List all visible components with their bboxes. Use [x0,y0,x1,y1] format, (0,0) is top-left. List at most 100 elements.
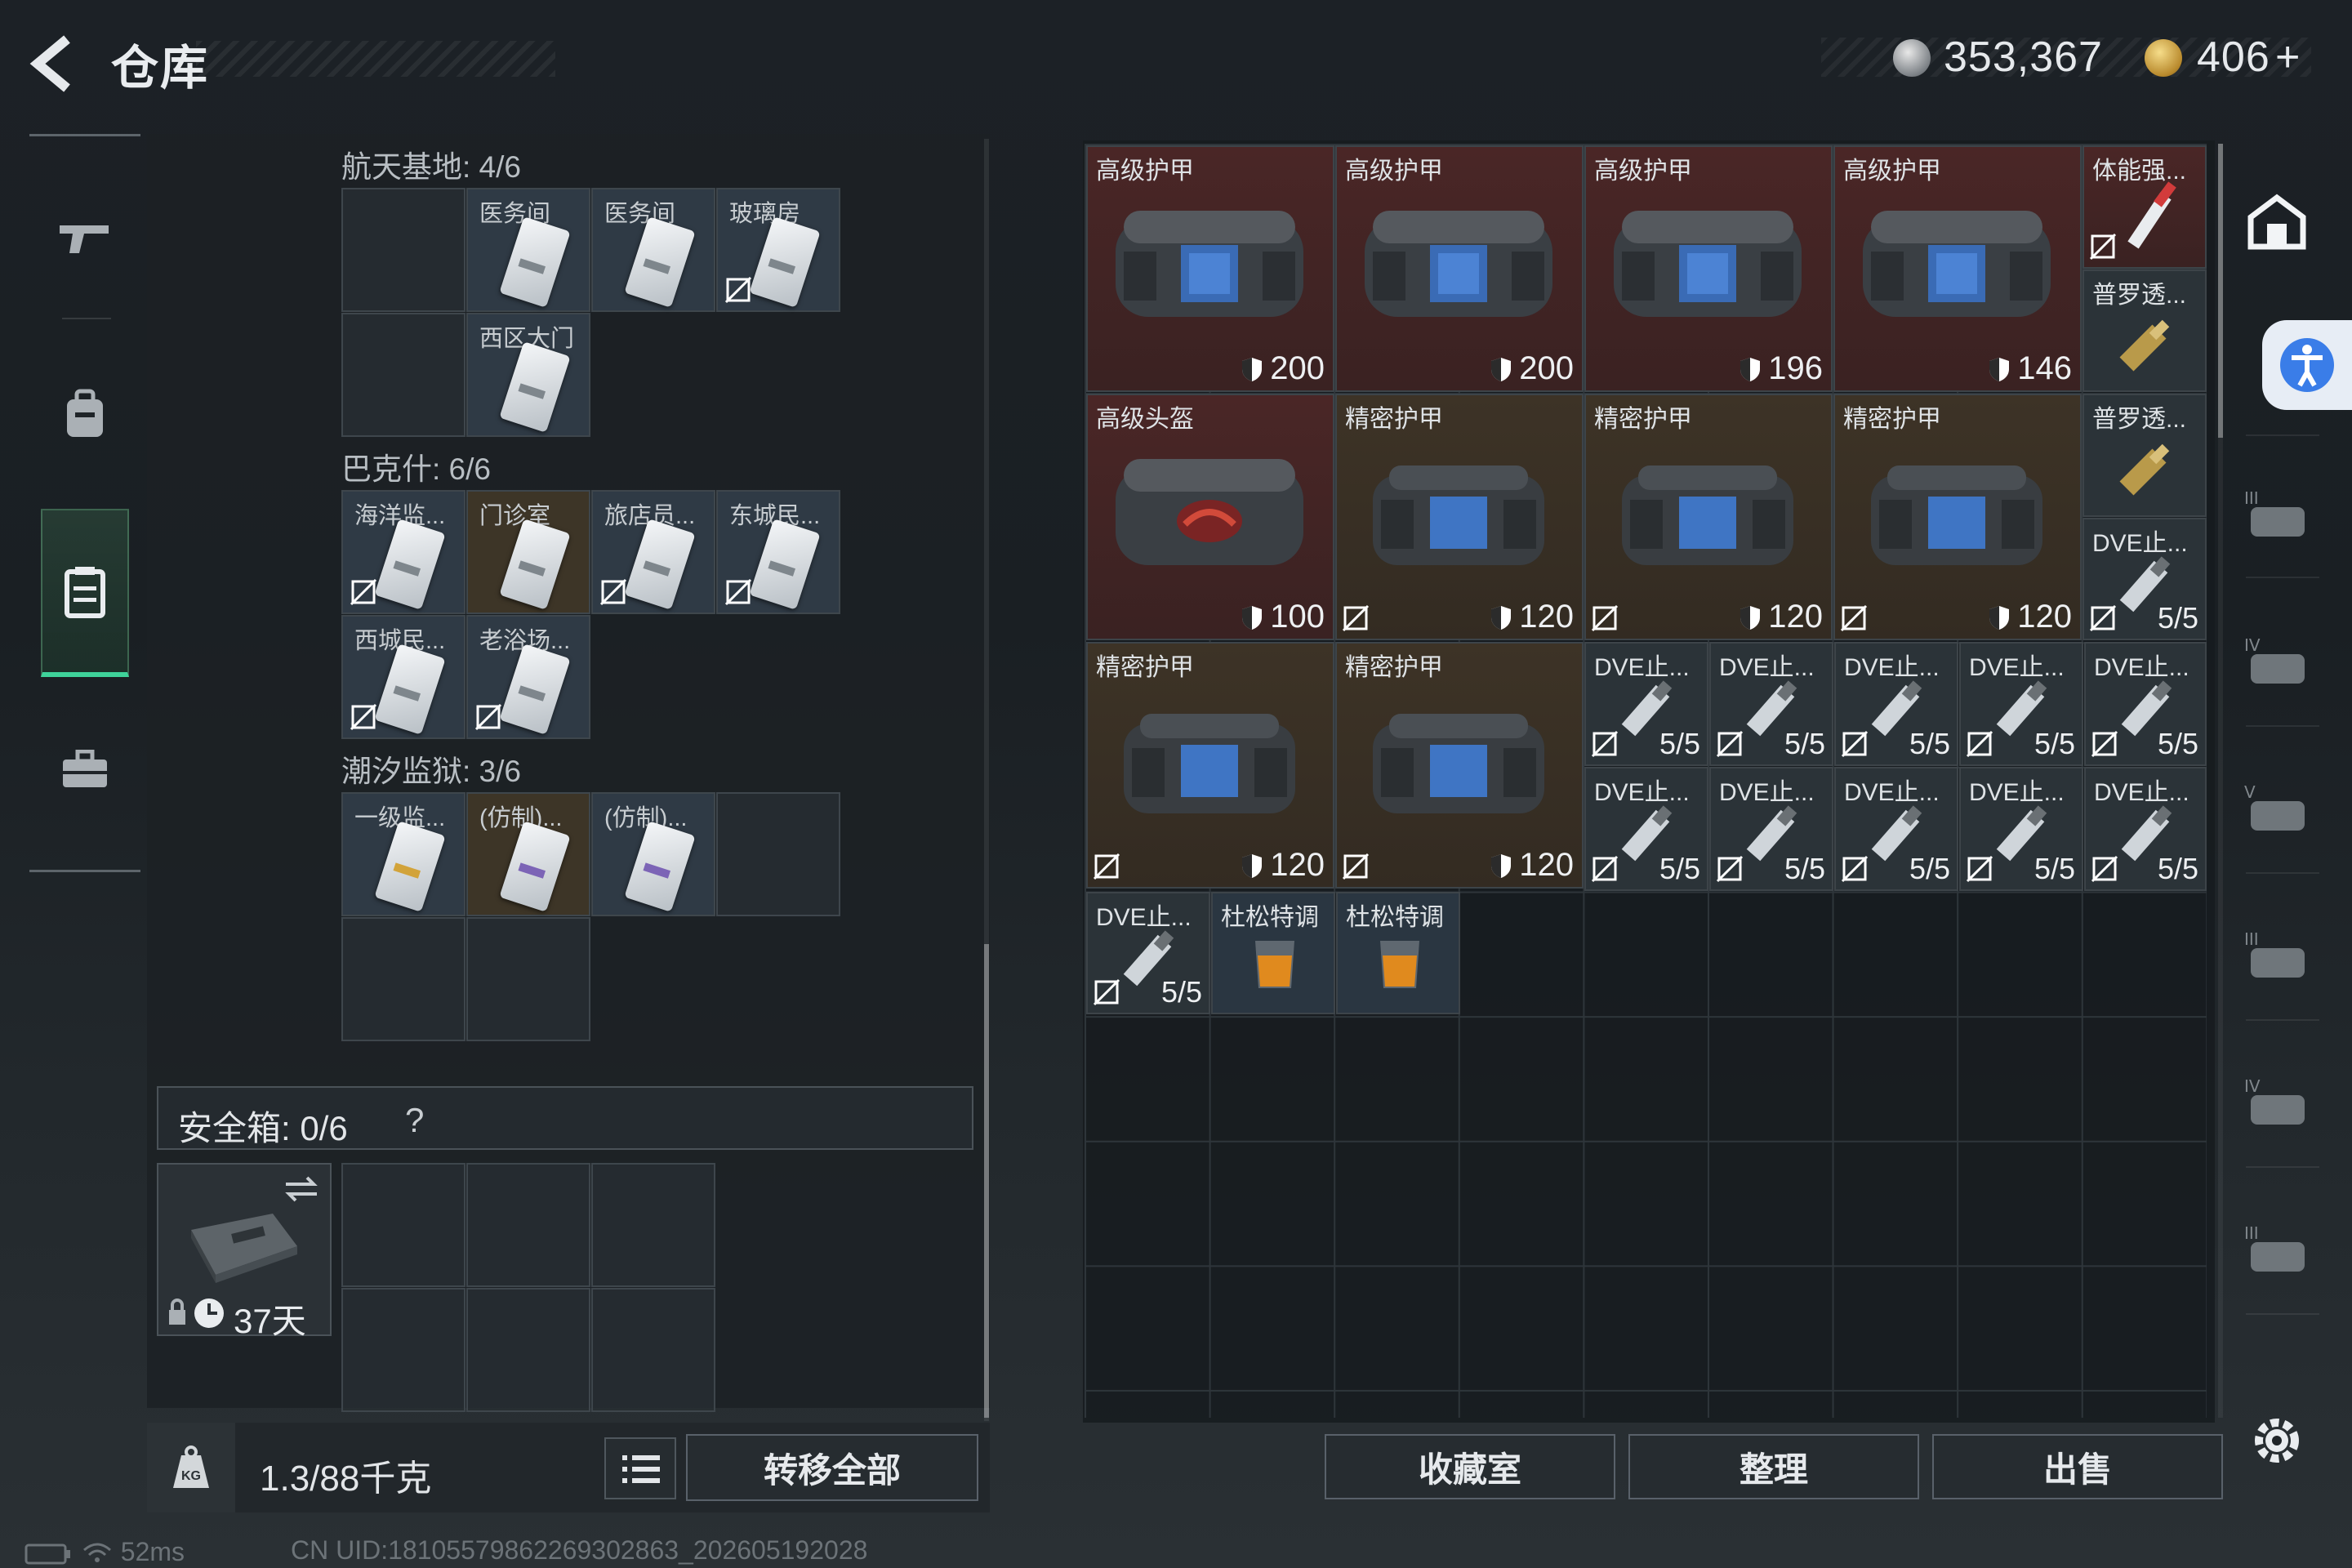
back-button[interactable] [24,31,90,96]
list-view-button[interactable] [604,1437,676,1499]
key-slot-empty[interactable] [466,917,590,1041]
armor-item[interactable]: 高级护甲 200 [1086,145,1334,392]
armor-item[interactable]: 高级护甲 146 [1833,145,2082,392]
medkit-item[interactable]: DVE止... 5/5 [1584,642,1708,766]
stim-item[interactable]: 体能强... [2082,145,2207,269]
safe-box-item[interactable]: 37天 [157,1163,332,1340]
key-item[interactable]: 旅店员... [591,490,715,614]
key-item[interactable]: 玻璃房 [716,188,840,312]
key-slot-empty[interactable] [716,792,840,916]
key-slot-empty[interactable] [341,917,466,1041]
key-item[interactable]: 医务间 [466,188,590,312]
key-item[interactable]: (仿制)... [591,792,715,916]
title-decoration [196,41,555,77]
silver-coin-icon [1893,39,1931,77]
gear-icon[interactable] [2238,1401,2316,1480]
armor-bag-icon [1365,211,1552,317]
helmet-iv-icon[interactable]: IV [2238,621,2316,699]
armor-bag-icon [1116,211,1303,317]
medkit-item[interactable]: DVE止... 5/5 [1709,767,1833,891]
left-nav [29,134,140,872]
shield-icon [1740,605,1761,630]
keycard-icon [624,216,696,308]
key-item[interactable]: 东城民... [716,490,840,614]
key-item[interactable]: 门诊室 [466,490,590,614]
medkit-item[interactable]: DVE止... 5/5 [2084,642,2207,766]
safe-slot-empty[interactable] [591,1163,715,1287]
medkit-item[interactable]: DVE止... 5/5 [1959,642,2083,766]
keycard-icon [499,519,571,610]
sell-button[interactable]: 出售 [1932,1434,2223,1499]
transfer-all-button[interactable]: 转移全部 [686,1434,978,1501]
medkit-item[interactable]: DVE止... 5/5 [2082,518,2207,640]
safe-slot-empty[interactable] [591,1288,715,1412]
armor-item[interactable]: 精密护甲 120 [1335,642,1584,889]
silver-amount: 353,367 [1944,33,2103,81]
medkit-item[interactable]: DVE止... 5/5 [1584,767,1708,891]
helmet-item[interactable]: 高级头盔 100 [1086,394,1334,640]
gold-topup-button[interactable]: + [2275,33,2301,82]
stim-item[interactable]: 普罗透... [2082,270,2207,392]
gun-icon[interactable] [46,198,124,277]
sort-button[interactable]: 整理 [1628,1434,1919,1499]
key-slot-empty[interactable] [341,313,466,437]
left-scrollbar-thumb[interactable] [984,944,989,1418]
key-item[interactable]: 西区大门 [466,313,590,437]
no-trade-icon [2089,604,2117,632]
armor-bag-icon [1373,466,1544,565]
safe-case-icon [191,1214,297,1283]
medkit-item[interactable]: DVE止... 5/5 [1709,642,1833,766]
safe-slot-empty[interactable] [466,1163,590,1287]
medkit-item[interactable]: DVE止... 5/5 [1959,767,2083,891]
bag-iii-icon[interactable]: III [2238,1209,2316,1287]
accessibility-button[interactable] [2262,320,2352,410]
safe-box-help-button[interactable]: ? [405,1101,424,1140]
medkit-item[interactable]: DVE止... 5/5 [1834,767,1958,891]
armor-item[interactable]: 精密护甲 120 [1086,642,1334,889]
key-item[interactable]: 老浴场... [466,615,590,739]
key-item[interactable]: 海洋监... [341,490,466,614]
briefcase-icon[interactable] [46,731,124,809]
svg-text:III: III [2244,488,2259,508]
drink-item[interactable]: 杜松特调 [1336,892,1460,1014]
no-trade-icon [350,703,377,731]
helmet-v-icon[interactable]: V [2238,768,2316,846]
drink-item[interactable]: 杜松特调 [1211,892,1335,1014]
collection-room-button[interactable]: 收藏室 [1325,1434,1615,1499]
armor-item[interactable]: 高级护甲 196 [1584,145,1833,392]
medkit-item[interactable]: DVE止... 5/5 [2084,767,2207,891]
key-slot-empty[interactable] [341,188,466,312]
armor-item[interactable]: 精密护甲 120 [1335,394,1584,640]
shield-icon [1491,853,1512,878]
key-item[interactable]: 西城民... [341,615,466,739]
accessibility-icon [2280,338,2334,392]
safe-slot-empty[interactable] [466,1288,590,1412]
no-trade-icon [1342,604,1370,632]
medkit-item[interactable]: DVE止... 5/5 [1834,642,1958,766]
key-item[interactable]: (仿制)... [466,792,590,916]
stim-item[interactable]: 普罗透... [2082,394,2207,517]
key-item[interactable]: 医务间 [591,188,715,312]
lock-icon [169,1298,185,1325]
armor-item[interactable]: 高级护甲 200 [1335,145,1584,392]
user-uid: CN UID:18105579862269302863_202605192028 [291,1535,868,1565]
helmet-iii-icon[interactable]: III [2238,915,2316,993]
group-title-bakshi: 巴克什: 6/6 [341,452,491,486]
armor-item[interactable]: 精密护甲 120 [1833,394,2082,640]
right-scrollbar-thumb[interactable] [2218,144,2223,438]
storage-icon[interactable] [46,553,124,631]
weight-icon-box: KG [147,1423,235,1512]
medkit-item[interactable]: DVE止... 5/5 [1086,892,1210,1014]
bag-iv-icon[interactable]: IV [2238,1062,2316,1140]
shield-icon [1491,605,1512,630]
shop-icon[interactable] [2238,183,2316,261]
backpack-icon[interactable] [46,375,124,453]
armor-iii-icon[interactable]: III [2238,474,2316,552]
weight-value: 1.3/88千克 [260,1459,432,1499]
key-item[interactable]: 一级监... [341,792,466,916]
swap-icon[interactable] [281,1173,322,1205]
no-trade-icon [599,578,627,606]
armor-item[interactable]: 精密护甲 120 [1584,394,1833,640]
safe-slot-empty[interactable] [341,1288,466,1412]
safe-slot-empty[interactable] [341,1163,466,1287]
